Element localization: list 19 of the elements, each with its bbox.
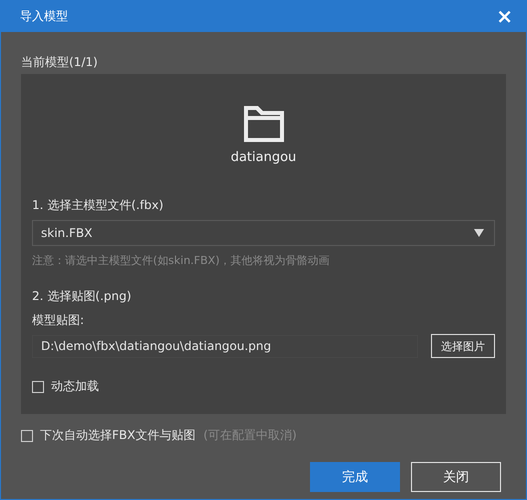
field-label: 模型贴图:: [32, 312, 86, 329]
path-field[interactable]: D:\demo\fbx\datiangou\datiangou.png: [32, 334, 418, 358]
section-label: 当前模型(1/1): [21, 54, 99, 71]
model-name: datiangou: [230, 150, 296, 165]
checkbox-label: 下次自动选择FBX文件与贴图: [40, 427, 196, 444]
checkbox[interactable]: [21, 430, 33, 442]
close-button[interactable]: ×: [492, 6, 517, 26]
step-label: 2. 选择贴图(.png): [32, 288, 132, 305]
step-label: 1. 选择主模型文件(.fbx): [32, 197, 164, 214]
done-button[interactable]: 完成: [310, 462, 400, 492]
file-dropdown[interactable]: skin.FBX: [32, 220, 495, 246]
close-dialog-button[interactable]: 关闭: [411, 462, 501, 492]
folder-icon: [242, 104, 286, 144]
checkbox-label: 动态加载: [51, 378, 99, 395]
checkbox[interactable]: [32, 380, 44, 392]
dropdown-caret-icon: [474, 229, 484, 237]
hint-text: 注意：请选中主模型文件(如skin.FBX)，其他将视为骨骼动画: [32, 253, 331, 268]
browse-button[interactable]: 选择图片: [431, 334, 495, 358]
window-title: 导入模型: [20, 8, 68, 24]
